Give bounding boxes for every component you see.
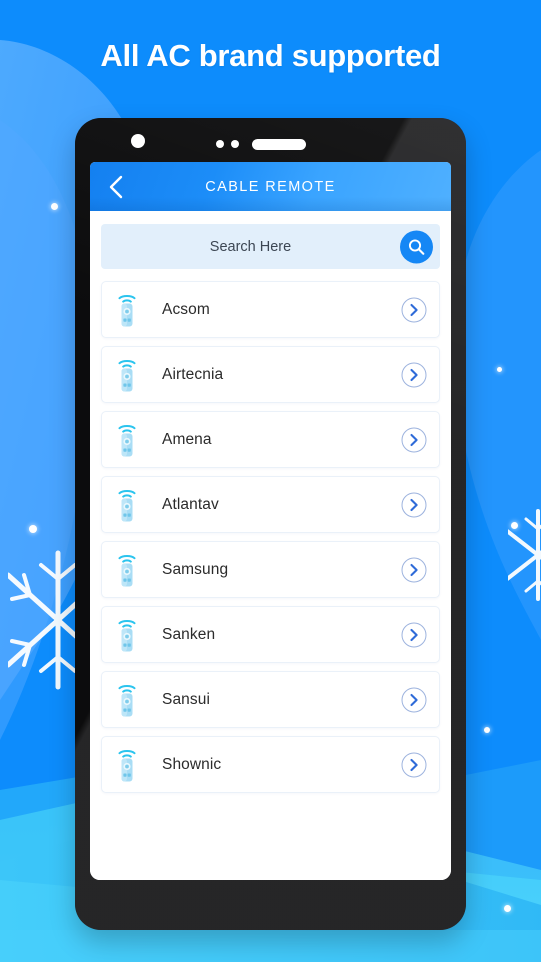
- list-item-shownic[interactable]: Shownic: [101, 736, 440, 793]
- back-button[interactable]: [102, 173, 130, 201]
- chevron-left-icon: [109, 175, 122, 199]
- header-title: CABLE REMOTE: [205, 178, 336, 195]
- search-input[interactable]: [101, 238, 440, 255]
- list-item-sansui[interactable]: Sansui: [101, 671, 440, 728]
- remote-control-icon: [118, 489, 136, 521]
- search-icon: [408, 238, 425, 255]
- decor-dot: [504, 905, 511, 912]
- remote-control-icon: [118, 424, 136, 456]
- remote-control-icon: [118, 619, 136, 651]
- brand-name: Samsung: [162, 560, 229, 578]
- phone-top-bezel: [75, 118, 466, 162]
- chevron-right-icon[interactable]: [401, 492, 427, 518]
- chevron-right-icon[interactable]: [401, 297, 427, 323]
- chevron-right-icon[interactable]: [401, 557, 427, 583]
- remote-control-icon: [118, 684, 136, 716]
- sensor-dot-icon: [216, 140, 224, 148]
- decor-dot: [484, 727, 490, 733]
- decor-dot: [51, 203, 58, 210]
- brand-name: Acsom: [162, 300, 210, 318]
- list-item-sanken[interactable]: Sanken: [101, 606, 440, 663]
- chevron-right-icon[interactable]: [401, 427, 427, 453]
- remote-control-icon: [118, 554, 136, 586]
- sensor-dot-icon: [231, 140, 239, 148]
- brand-name: Shownic: [162, 755, 222, 773]
- remote-control-icon: [118, 749, 136, 781]
- search-bar[interactable]: [101, 224, 440, 269]
- search-button[interactable]: [400, 230, 433, 263]
- list-item-samsung[interactable]: Samsung: [101, 541, 440, 598]
- chevron-right-icon[interactable]: [401, 622, 427, 648]
- decor-dot: [511, 522, 518, 529]
- brand-name: Airtecnia: [162, 365, 224, 383]
- speaker-bar-icon: [252, 139, 306, 150]
- phone-mockup: CABLE REMOTE Search Here Acsom Airtecnia…: [75, 118, 466, 930]
- snowflake-icon-right: [508, 509, 541, 601]
- remote-control-icon: [118, 294, 136, 326]
- list-item-amena[interactable]: Amena: [101, 411, 440, 468]
- list-item-atlantav[interactable]: Atlantav: [101, 476, 440, 533]
- list-item-airtecnia[interactable]: Airtecnia: [101, 346, 440, 403]
- decor-dot: [497, 367, 502, 372]
- decor-dot: [29, 525, 37, 533]
- app-body: Acsom Airtecnia: [90, 211, 451, 880]
- remote-control-icon: [118, 359, 136, 391]
- chevron-right-icon[interactable]: [401, 687, 427, 713]
- camera-dot-icon: [131, 134, 145, 148]
- brand-name: Amena: [162, 430, 212, 448]
- phone-screen: CABLE REMOTE Search Here Acsom Airtecnia…: [90, 162, 451, 880]
- brand-name: Atlantav: [162, 495, 219, 513]
- brand-list: Acsom Airtecnia Amena Atlantav Samsung S…: [101, 281, 440, 793]
- app-header: CABLE REMOTE: [90, 162, 451, 211]
- chevron-right-icon[interactable]: [401, 752, 427, 778]
- chevron-right-icon[interactable]: [401, 362, 427, 388]
- page-title: All AC brand supported: [100, 38, 441, 73]
- brand-name: Sansui: [162, 690, 210, 708]
- brand-name: Sanken: [162, 625, 216, 643]
- list-item-acsom[interactable]: Acsom: [101, 281, 440, 338]
